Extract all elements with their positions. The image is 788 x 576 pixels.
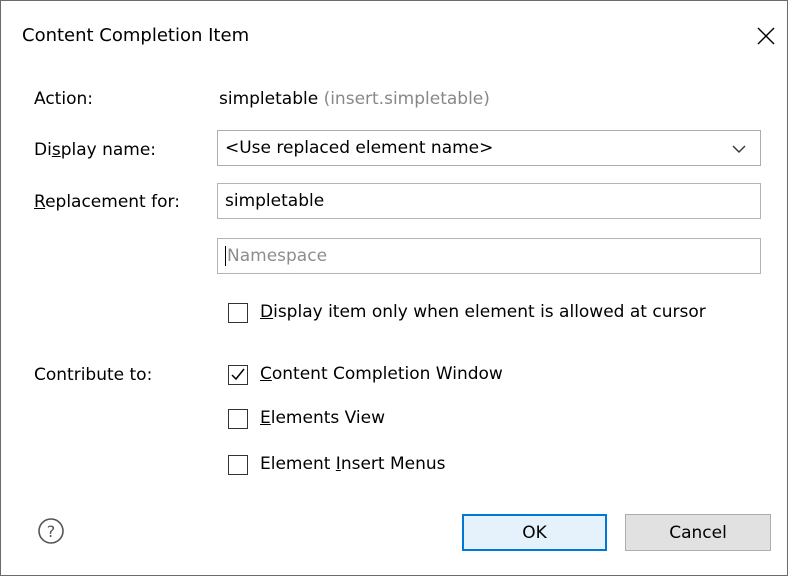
display-name-label-text: Display name: bbox=[34, 140, 157, 160]
replacement-input[interactable]: simpletable bbox=[217, 183, 761, 219]
action-label: Action: bbox=[34, 89, 93, 109]
only-when-allowed-checkbox[interactable] bbox=[228, 303, 248, 323]
dialog-title: Content Completion Item bbox=[22, 25, 250, 46]
only-when-allowed-label[interactable]: Display item only when element is allowe… bbox=[260, 302, 706, 322]
action-value-group: simpletable (insert.simpletable) bbox=[219, 89, 490, 109]
text-caret bbox=[225, 246, 226, 266]
help-icon[interactable]: ? bbox=[37, 517, 65, 545]
content-completion-dialog: Content Completion Item Action: simpleta… bbox=[0, 0, 788, 576]
display-name-value: <Use replaced element name> bbox=[225, 138, 494, 158]
content-completion-window-checkbox[interactable] bbox=[228, 365, 248, 385]
element-insert-menus-label[interactable]: Element Insert Menus bbox=[260, 454, 446, 474]
elements-view-checkbox[interactable] bbox=[228, 409, 248, 429]
elements-view-label[interactable]: Elements View bbox=[260, 408, 385, 428]
chevron-down-icon bbox=[732, 145, 746, 153]
namespace-input[interactable]: Namespace bbox=[217, 238, 761, 274]
replacement-value: simpletable bbox=[225, 191, 325, 211]
ok-button[interactable]: OK bbox=[462, 514, 607, 551]
action-id: (insert.simpletable) bbox=[323, 89, 490, 109]
element-insert-menus-checkbox[interactable] bbox=[228, 455, 248, 475]
display-name-label: Display name: bbox=[34, 140, 156, 160]
contribute-to-label: Contribute to: bbox=[34, 365, 153, 385]
namespace-placeholder: Namespace bbox=[227, 246, 328, 266]
display-name-combo[interactable]: <Use replaced element name> bbox=[217, 130, 761, 166]
action-value: simpletable bbox=[219, 89, 319, 109]
checkmark-icon bbox=[231, 368, 245, 381]
content-completion-window-label[interactable]: Content Completion Window bbox=[260, 364, 503, 384]
replacement-label: Replacement for: bbox=[34, 192, 180, 212]
close-icon bbox=[757, 27, 775, 45]
close-button[interactable] bbox=[753, 23, 779, 49]
cancel-button[interactable]: Cancel bbox=[625, 514, 771, 551]
svg-text:?: ? bbox=[47, 522, 56, 541]
